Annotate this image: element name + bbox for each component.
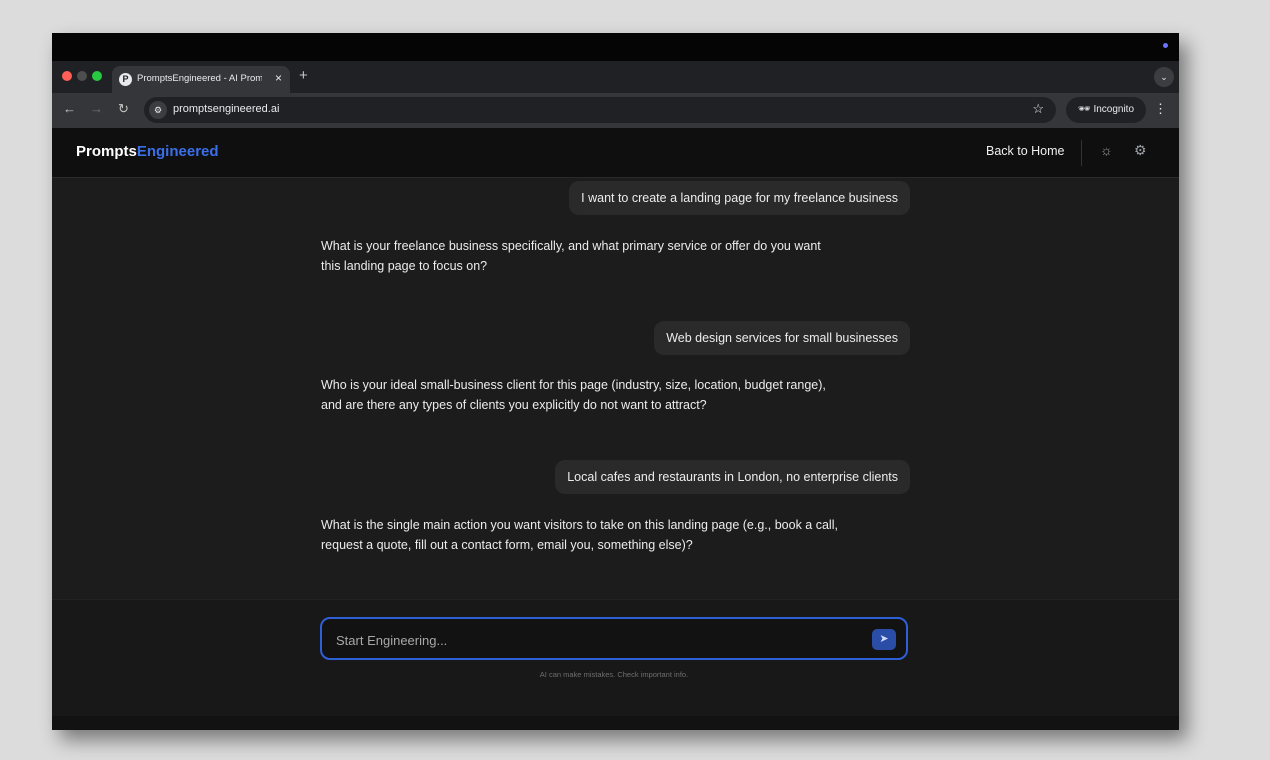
url-text[interactable]: promptsengineered.ai: [173, 103, 279, 115]
back-arrow-icon[interactable]: ←: [63, 101, 76, 116]
chat-input-box[interactable]: ➤: [320, 617, 908, 660]
tab-search-button[interactable]: ⌄: [1154, 67, 1174, 87]
send-icon: ➤: [879, 633, 889, 645]
disclaimer-text: AI can make mistakes. Check important in…: [539, 670, 689, 679]
site-info-icon[interactable]: ⚙: [149, 101, 167, 119]
incognito-icon: 🕶: [1077, 104, 1091, 115]
incognito-badge[interactable]: 🕶 Incognito: [1066, 97, 1146, 123]
reload-icon[interactable]: ↻: [118, 101, 129, 117]
tab-title: PromptsEngineered - AI Prom: [137, 73, 262, 84]
minimize-window-button[interactable]: [77, 71, 87, 81]
new-tab-button[interactable]: +: [299, 67, 308, 84]
tab-bar: P PromptsEngineered - AI Prom × + ⌄: [52, 61, 1179, 93]
chat-input[interactable]: [334, 629, 868, 651]
maximize-window-button[interactable]: [92, 71, 102, 81]
browser-window: P PromptsEngineered - AI Prom × + ⌄ ← → …: [52, 33, 1179, 730]
incognito-label: Incognito: [1093, 104, 1135, 115]
header-divider: [1081, 140, 1082, 166]
logo-prompts: Prompts: [76, 143, 137, 160]
assistant-message: Who is your ideal small-business client …: [321, 378, 826, 412]
user-message: Web design services for small businesses: [654, 321, 910, 355]
logo[interactable]: PromptsEngineered: [76, 143, 219, 160]
send-button[interactable]: ➤: [872, 629, 896, 650]
sun-icon[interactable]: ☼: [1100, 142, 1113, 158]
bookmark-star-icon[interactable]: ☆: [1032, 101, 1044, 117]
forward-arrow-icon[interactable]: →: [90, 101, 103, 116]
browser-toolbar: ← → ↻ ⚙ promptsengineered.ai ☆ 🕶 Incogni…: [52, 93, 1179, 128]
close-window-button[interactable]: [62, 71, 72, 81]
back-to-home-link[interactable]: Back to Home: [986, 144, 1065, 158]
window-top-strip: [52, 33, 1179, 61]
user-message: I want to create a landing page for my f…: [569, 181, 910, 215]
tab-promptsengineered[interactable]: P PromptsEngineered - AI Prom ×: [112, 66, 290, 93]
composer-area: ➤ AI can make mistakes. Check important …: [52, 599, 1179, 717]
gear-icon[interactable]: ⚙: [1134, 142, 1147, 159]
favicon-icon: P: [119, 73, 132, 86]
app-header: PromptsEngineered Back to Home ☼ ⚙: [52, 128, 1179, 178]
tab-close-icon[interactable]: ×: [275, 71, 282, 85]
user-message: Local cafes and restaurants in London, n…: [555, 460, 910, 494]
logo-engineered: Engineered: [136, 143, 219, 160]
app-page: PromptsEngineered Back to Home ☼ ⚙ I wan…: [52, 128, 1179, 730]
assistant-message: What is the single main action you want …: [321, 518, 838, 552]
assistant-message: What is your freelance business specific…: [321, 239, 821, 273]
notification-dot: [1163, 43, 1168, 48]
address-bar[interactable]: ⚙ promptsengineered.ai ☆: [144, 97, 1056, 123]
page-footer-strip: [52, 716, 1179, 730]
kebab-menu-icon[interactable]: ⋮: [1154, 101, 1167, 117]
